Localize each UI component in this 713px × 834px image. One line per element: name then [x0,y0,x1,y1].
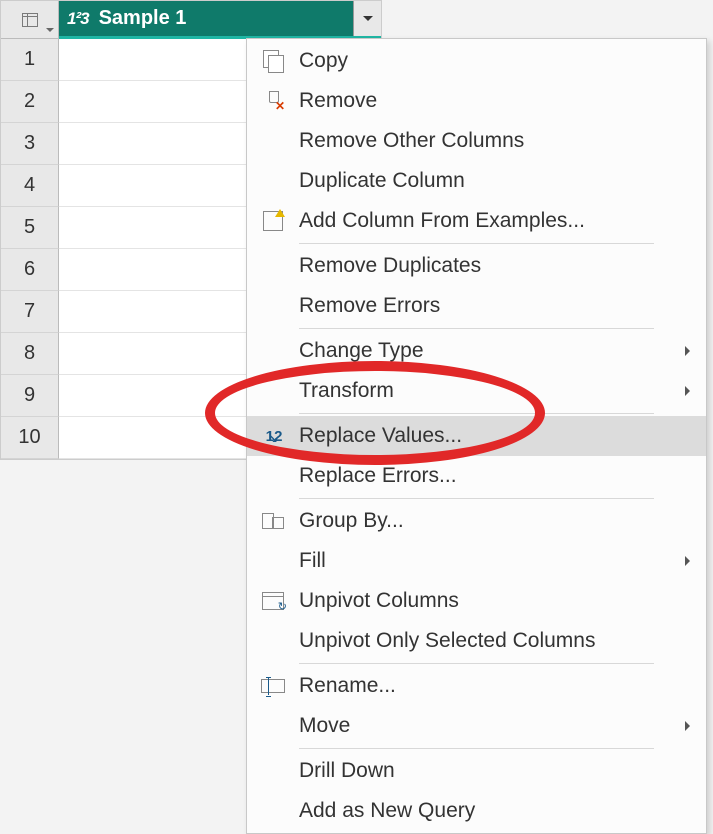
chevron-down-icon [46,28,54,32]
menu-item-remove[interactable]: Remove [247,81,706,121]
menu-item-fill[interactable]: Fill [247,541,706,581]
select-all-corner[interactable] [1,1,59,39]
rename-icon [261,679,285,693]
chevron-right-icon [685,721,690,731]
row-number[interactable]: 7 [1,291,59,333]
row-number[interactable]: 2 [1,81,59,123]
menu-item-label: Remove [299,89,690,113]
menu-item-rename[interactable]: Rename... [247,666,706,706]
menu-item-move[interactable]: Move [247,706,706,746]
menu-item-label: Remove Other Columns [299,129,690,153]
menu-separator [299,413,654,414]
column-context-menu: Copy Remove Remove Other Columns Duplicate … [246,38,707,834]
menu-separator [299,328,654,329]
group-by-icon [262,513,284,529]
table-icon [22,13,38,27]
menu-item-label: Move [299,714,685,738]
menu-item-label: Unpivot Only Selected Columns [299,629,690,653]
menu-item-unpivot-only-selected-columns[interactable]: Unpivot Only Selected Columns [247,621,706,661]
chevron-right-icon [685,346,690,356]
menu-item-label: Transform [299,379,685,403]
cell[interactable] [59,291,247,333]
menu-item-replace-values[interactable]: 1 2 Replace Values... [247,416,706,456]
row-number[interactable]: 5 [1,207,59,249]
menu-item-label: Remove Duplicates [299,254,690,278]
menu-item-remove-duplicates[interactable]: Remove Duplicates [247,246,706,286]
row-number[interactable]: 3 [1,123,59,165]
cell[interactable] [59,417,247,459]
row-number[interactable]: 6 [1,249,59,291]
row-number[interactable]: 10 [1,417,59,459]
menu-item-label: Drill Down [299,759,690,783]
menu-item-copy[interactable]: Copy [247,41,706,81]
menu-item-group-by[interactable]: Group By... [247,501,706,541]
menu-icon-slot [247,211,299,231]
menu-item-unpivot-columns[interactable]: Unpivot Columns [247,581,706,621]
cell[interactable] [59,39,247,81]
replace-values-icon: 1 2 [266,428,281,445]
column-header-sample-1[interactable]: 1²3 Sample 1 [59,1,381,39]
menu-item-label: Duplicate Column [299,169,690,193]
menu-icon-slot: 1 2 [247,428,299,445]
menu-item-label: Fill [299,549,685,573]
chevron-right-icon [685,386,690,396]
menu-separator [299,663,654,664]
add-column-icon [263,211,283,231]
menu-item-label: Add Column From Examples... [299,209,690,233]
menu-icon-slot [247,91,299,111]
cell[interactable] [59,165,247,207]
cell[interactable] [59,333,247,375]
cell[interactable] [59,207,247,249]
cell[interactable] [59,375,247,417]
menu-item-add-as-new-query[interactable]: Add as New Query [247,791,706,831]
menu-item-label: Replace Values... [299,424,690,448]
menu-separator [299,748,654,749]
cell[interactable] [59,81,247,123]
menu-separator [299,498,654,499]
row-number[interactable]: 8 [1,333,59,375]
cell[interactable] [59,249,247,291]
table-header-row: 1²3 Sample 1 [1,1,381,39]
menu-item-transform[interactable]: Transform [247,371,706,411]
chevron-right-icon [685,556,690,566]
menu-item-label: Unpivot Columns [299,589,690,613]
menu-icon-slot [247,50,299,72]
menu-item-add-column-from-examples[interactable]: Add Column From Examples... [247,201,706,241]
menu-item-label: Copy [299,49,690,73]
unpivot-icon [262,592,284,610]
row-number[interactable]: 9 [1,375,59,417]
menu-item-label: Rename... [299,674,690,698]
row-number[interactable]: 1 [1,39,59,81]
menu-icon-slot [247,679,299,693]
menu-item-remove-errors[interactable]: Remove Errors [247,286,706,326]
cell[interactable] [59,123,247,165]
menu-item-drill-down[interactable]: Drill Down [247,751,706,791]
menu-item-label: Group By... [299,509,690,533]
menu-icon-slot [247,592,299,610]
remove-icon [263,91,283,111]
column-name: Sample 1 [99,7,187,30]
menu-icon-slot [247,513,299,529]
copy-icon [263,50,283,72]
menu-item-label: Remove Errors [299,294,690,318]
menu-item-remove-other-columns[interactable]: Remove Other Columns [247,121,706,161]
row-number[interactable]: 4 [1,165,59,207]
menu-item-label: Replace Errors... [299,464,690,488]
menu-item-change-type[interactable]: Change Type [247,331,706,371]
number-type-icon: 1²3 [67,9,89,29]
column-filter-dropdown[interactable] [353,1,381,36]
menu-item-replace-errors[interactable]: Replace Errors... [247,456,706,496]
menu-item-duplicate-column[interactable]: Duplicate Column [247,161,706,201]
menu-item-label: Change Type [299,339,685,363]
menu-separator [299,243,654,244]
menu-item-label: Add as New Query [299,799,690,823]
